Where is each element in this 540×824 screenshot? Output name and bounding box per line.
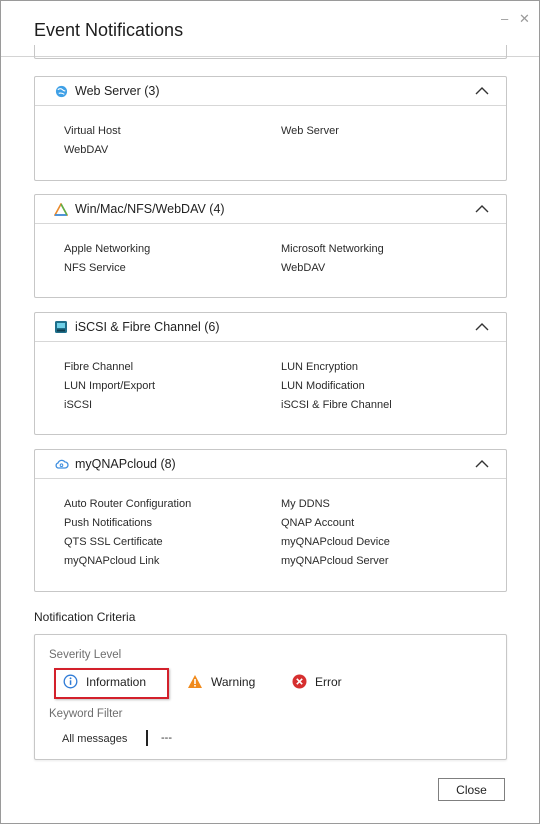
info-icon bbox=[63, 674, 78, 689]
panel-myqnapcloud: myQNAPcloud (8) Auto Router Configuratio… bbox=[34, 449, 507, 592]
panel-win-mac-nfs-webdav: Win/Mac/NFS/WebDAV (4) Apple Networking … bbox=[34, 194, 507, 298]
event-item[interactable]: Apple Networking bbox=[64, 243, 150, 255]
event-item[interactable]: WebDAV bbox=[64, 144, 108, 156]
severity-label-text: Error bbox=[315, 674, 342, 689]
severity-label-text: Information bbox=[86, 674, 147, 689]
panel-header[interactable]: iSCSI & Fibre Channel (6) bbox=[35, 313, 506, 342]
event-item[interactable]: WebDAV bbox=[281, 262, 325, 274]
chevron-up-icon[interactable] bbox=[475, 86, 489, 95]
event-item[interactable]: Virtual Host bbox=[64, 125, 121, 137]
event-item[interactable]: myQNAPcloud Device bbox=[281, 536, 390, 548]
triangle-network-icon bbox=[53, 201, 69, 217]
text-cursor bbox=[146, 730, 148, 746]
event-item[interactable]: QTS SSL Certificate bbox=[64, 536, 163, 548]
close-button[interactable]: Close bbox=[438, 778, 505, 801]
event-item[interactable]: LUN Import/Export bbox=[64, 380, 155, 392]
event-item[interactable]: iSCSI & Fibre Channel bbox=[281, 399, 392, 411]
chevron-up-icon[interactable] bbox=[475, 459, 489, 468]
panel-header[interactable]: Web Server (3) bbox=[35, 77, 506, 106]
event-item[interactable]: Microsoft Networking bbox=[281, 243, 384, 255]
event-item[interactable]: Auto Router Configuration bbox=[64, 498, 191, 510]
event-item[interactable]: Push Notifications bbox=[64, 517, 152, 529]
close-window-icon[interactable]: ✕ bbox=[519, 11, 530, 27]
event-notifications-dialog: Event Notifications – ✕ Web Server (3) V… bbox=[0, 0, 540, 824]
section-title: Notification Criteria bbox=[34, 610, 136, 624]
panel-header[interactable]: Win/Mac/NFS/WebDAV (4) bbox=[35, 195, 506, 224]
event-item[interactable]: iSCSI bbox=[64, 399, 92, 411]
panel-iscsi-fibre-channel: iSCSI & Fibre Channel (6) Fibre Channel … bbox=[34, 312, 507, 435]
event-item[interactable]: NFS Service bbox=[64, 262, 126, 274]
severity-warning[interactable]: Warning bbox=[187, 674, 255, 689]
dialog-title: Event Notifications bbox=[34, 20, 184, 40]
cloud-icon bbox=[53, 456, 69, 472]
severity-error[interactable]: Error bbox=[292, 674, 342, 689]
event-item[interactable]: Fibre Channel bbox=[64, 361, 133, 373]
event-item[interactable]: myQNAPcloud Link bbox=[64, 555, 159, 567]
globe-icon bbox=[53, 83, 69, 99]
event-item[interactable]: myQNAPcloud Server bbox=[281, 555, 389, 567]
previous-panel-bottom bbox=[34, 45, 507, 59]
severity-label: Severity Level bbox=[49, 649, 122, 661]
event-item[interactable]: LUN Modification bbox=[281, 380, 365, 392]
storage-device-icon bbox=[53, 319, 69, 335]
severity-information[interactable]: Information bbox=[63, 674, 146, 689]
panel-title: Win/Mac/NFS/WebDAV (4) bbox=[75, 202, 225, 216]
minimize-icon[interactable]: – bbox=[501, 11, 508, 26]
event-item[interactable]: LUN Encryption bbox=[281, 361, 358, 373]
event-item[interactable]: QNAP Account bbox=[281, 517, 354, 529]
panel-header[interactable]: myQNAPcloud (8) bbox=[35, 450, 506, 479]
severity-label-text: Warning bbox=[211, 674, 256, 689]
event-item[interactable]: My DDNS bbox=[281, 498, 330, 510]
keyword-secondary[interactable]: --- bbox=[161, 732, 172, 744]
event-item[interactable]: Web Server bbox=[281, 125, 339, 137]
chevron-up-icon[interactable] bbox=[475, 204, 489, 213]
panel-title: Web Server (3) bbox=[75, 84, 160, 98]
keyword-value[interactable]: All messages bbox=[62, 733, 127, 745]
warning-icon bbox=[188, 675, 202, 688]
panel-title: iSCSI & Fibre Channel (6) bbox=[75, 320, 220, 334]
error-icon bbox=[292, 674, 307, 689]
chevron-up-icon[interactable] bbox=[475, 322, 489, 331]
panel-web-server: Web Server (3) Virtual Host Web Server W… bbox=[34, 76, 507, 181]
panel-title: myQNAPcloud (8) bbox=[75, 457, 176, 471]
keyword-filter-label: Keyword Filter bbox=[49, 708, 123, 720]
criteria-panel: Severity Level Information Warning Error… bbox=[34, 634, 507, 760]
